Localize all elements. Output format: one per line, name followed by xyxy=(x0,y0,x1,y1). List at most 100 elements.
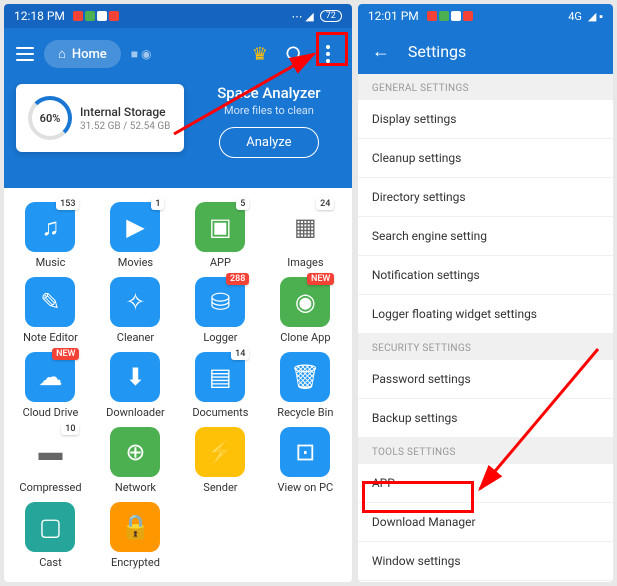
battery-icon: 72 xyxy=(320,10,342,22)
status-time: 12:01 PM xyxy=(368,9,419,23)
app-icon: ▶1 xyxy=(110,202,160,252)
app-label: Logger xyxy=(203,331,237,344)
analyzer-title: Space Analyzer xyxy=(198,84,340,102)
setting-item-backup-settings[interactable]: Backup settings xyxy=(358,399,613,438)
settings-header: ← Settings xyxy=(358,28,613,74)
setting-item-password-settings[interactable]: Password settings xyxy=(358,360,613,399)
app-label: Music xyxy=(36,256,66,269)
app-label: Recycle Bin xyxy=(277,406,333,419)
home-button[interactable]: ⌂ Home xyxy=(44,40,121,68)
setting-item-display-settings[interactable]: Display settings xyxy=(358,100,613,139)
app-icon: ⚡ xyxy=(195,427,245,477)
app-grid: ♫153 Music ▶1 Movies ▣5APP ▦24 Images ✎ Note Edi… xyxy=(4,188,352,582)
grid-item-encrypted[interactable]: 🔒 Encrypted xyxy=(95,502,176,569)
section-header: GENERAL SETTINGS xyxy=(358,74,613,100)
app-label: Note Editor xyxy=(23,331,78,344)
app-icon: ♫153 xyxy=(25,202,75,252)
app-label: Downloader xyxy=(106,406,165,419)
app-label: Compressed xyxy=(19,481,81,494)
setting-item-search-engine-setting[interactable]: Search engine setting xyxy=(358,217,613,256)
badge: NEW xyxy=(52,348,79,360)
setting-item-notification-settings[interactable]: Notification settings xyxy=(358,256,613,295)
app-label: Images xyxy=(287,256,323,269)
tab-indicator: ■ ◉ xyxy=(131,47,152,61)
grid-item-clone-app[interactable]: ◉NEWClone App xyxy=(265,277,346,344)
grid-item-view-on-pc[interactable]: ⊡ View on PC xyxy=(265,427,346,494)
badge: 288 xyxy=(226,273,249,285)
grid-item-cloud-drive[interactable]: ☁NEWCloud Drive xyxy=(10,352,91,419)
phone-left-screen: 12:18 PM ⋯ ◢ 72 ⌂ Home ■ ◉ ♛ xyxy=(4,4,352,582)
app-icon: ▣5 xyxy=(195,202,245,252)
analyze-button[interactable]: Analyze xyxy=(219,127,318,158)
grid-item-recycle-bin[interactable]: 🗑 Recycle Bin xyxy=(265,352,346,419)
analyzer-sub: More files to clean xyxy=(198,104,340,117)
app-icon: ▬10 xyxy=(25,427,75,477)
section-header: TOOLS SETTINGS xyxy=(358,438,613,464)
app-label: Movies xyxy=(118,256,153,269)
grid-item-network[interactable]: ⊕ Network xyxy=(95,427,176,494)
app-label: Cast xyxy=(39,556,61,569)
storage-title: Internal Storage xyxy=(80,105,170,119)
app-icon: ▢ xyxy=(25,502,75,552)
app-icon: ⛁288 xyxy=(195,277,245,327)
setting-item-window-settings[interactable]: Window settings xyxy=(358,542,613,581)
grid-item-music[interactable]: ♫153 Music xyxy=(10,202,91,269)
storage-ring: 60% xyxy=(28,96,72,140)
app-header: ⌂ Home ■ ◉ ♛ 60% Internal Storage 31.52 … xyxy=(4,28,352,188)
status-bar: 12:18 PM ⋯ ◢ 72 xyxy=(4,4,352,28)
section-header: SECURITY SETTINGS xyxy=(358,334,613,360)
settings-list[interactable]: GENERAL SETTINGSDisplay settingsCleanup … xyxy=(358,74,613,582)
home-icon: ⌂ xyxy=(58,46,66,62)
settings-title: Settings xyxy=(408,42,466,61)
badge: 153 xyxy=(56,198,79,210)
setting-item-logger-floating-widget-settings[interactable]: Logger floating widget settings xyxy=(358,295,613,334)
more-menu-icon[interactable] xyxy=(316,42,340,66)
badge: 1 xyxy=(151,198,164,210)
app-label: Documents xyxy=(192,406,248,419)
app-icon: ✎ xyxy=(25,277,75,327)
app-icon: ▦24 xyxy=(280,202,330,252)
app-icon: 🔒 xyxy=(110,502,160,552)
app-label: Encrypted xyxy=(111,556,160,569)
grid-item-downloader[interactable]: ⬇Downloader xyxy=(95,352,176,419)
crown-icon[interactable]: ♛ xyxy=(248,42,272,66)
grid-item-cleaner[interactable]: ✧ Cleaner xyxy=(95,277,176,344)
setting-item-download-manager[interactable]: Download Manager xyxy=(358,503,613,542)
app-label: Cloud Drive xyxy=(23,406,79,419)
grid-item-cast[interactable]: ▢ Cast xyxy=(10,502,91,569)
app-label: Cleaner xyxy=(117,331,154,344)
storage-detail: 31.52 GB / 52.54 GB xyxy=(80,121,170,132)
grid-item-sender[interactable]: ⚡ Sender xyxy=(180,427,261,494)
app-icon: ⊡ xyxy=(280,427,330,477)
signal-icon: ◢ ▪ xyxy=(588,10,603,23)
back-icon[interactable]: ← xyxy=(372,41,390,62)
app-label: Clone App xyxy=(280,331,330,344)
status-bar: 12:01 PM 4G ◢ ▪ xyxy=(358,4,613,28)
wifi-icon: ⋯ ◢ xyxy=(292,10,314,23)
status-time: 12:18 PM xyxy=(14,9,65,23)
setting-item-app[interactable]: APP xyxy=(358,464,613,503)
grid-item-images[interactable]: ▦24 Images xyxy=(265,202,346,269)
network-icon: 4G xyxy=(568,10,582,23)
app-label: Sender xyxy=(203,481,237,494)
app-icon: ⊕ xyxy=(110,427,160,477)
grid-item-compressed[interactable]: ▬10 Compressed xyxy=(10,427,91,494)
app-label: View on PC xyxy=(278,481,334,494)
grid-item-movies[interactable]: ▶1 Movies xyxy=(95,202,176,269)
app-icon: 🗑 xyxy=(280,352,330,402)
grid-item-note-editor[interactable]: ✎ Note Editor xyxy=(10,277,91,344)
grid-item-app[interactable]: ▣5APP xyxy=(180,202,261,269)
grid-item-logger[interactable]: ⛁288 Logger xyxy=(180,277,261,344)
badge: NEW xyxy=(307,273,334,285)
setting-item-directory-settings[interactable]: Directory settings xyxy=(358,178,613,217)
grid-item-documents[interactable]: ▤14 Documents xyxy=(180,352,261,419)
storage-card[interactable]: 60% Internal Storage 31.52 GB / 52.54 GB xyxy=(16,84,184,152)
app-icon: ▤14 xyxy=(195,352,245,402)
search-icon[interactable] xyxy=(282,42,306,66)
setting-item-cleanup-settings[interactable]: Cleanup settings xyxy=(358,139,613,178)
menu-icon[interactable] xyxy=(16,47,34,61)
phone-right-screen: 12:01 PM 4G ◢ ▪ ← Settings GENERAL SETTI… xyxy=(358,4,613,582)
app-label: Network xyxy=(115,481,156,494)
badge: 10 xyxy=(61,423,79,435)
app-icon: ✧ xyxy=(110,277,160,327)
